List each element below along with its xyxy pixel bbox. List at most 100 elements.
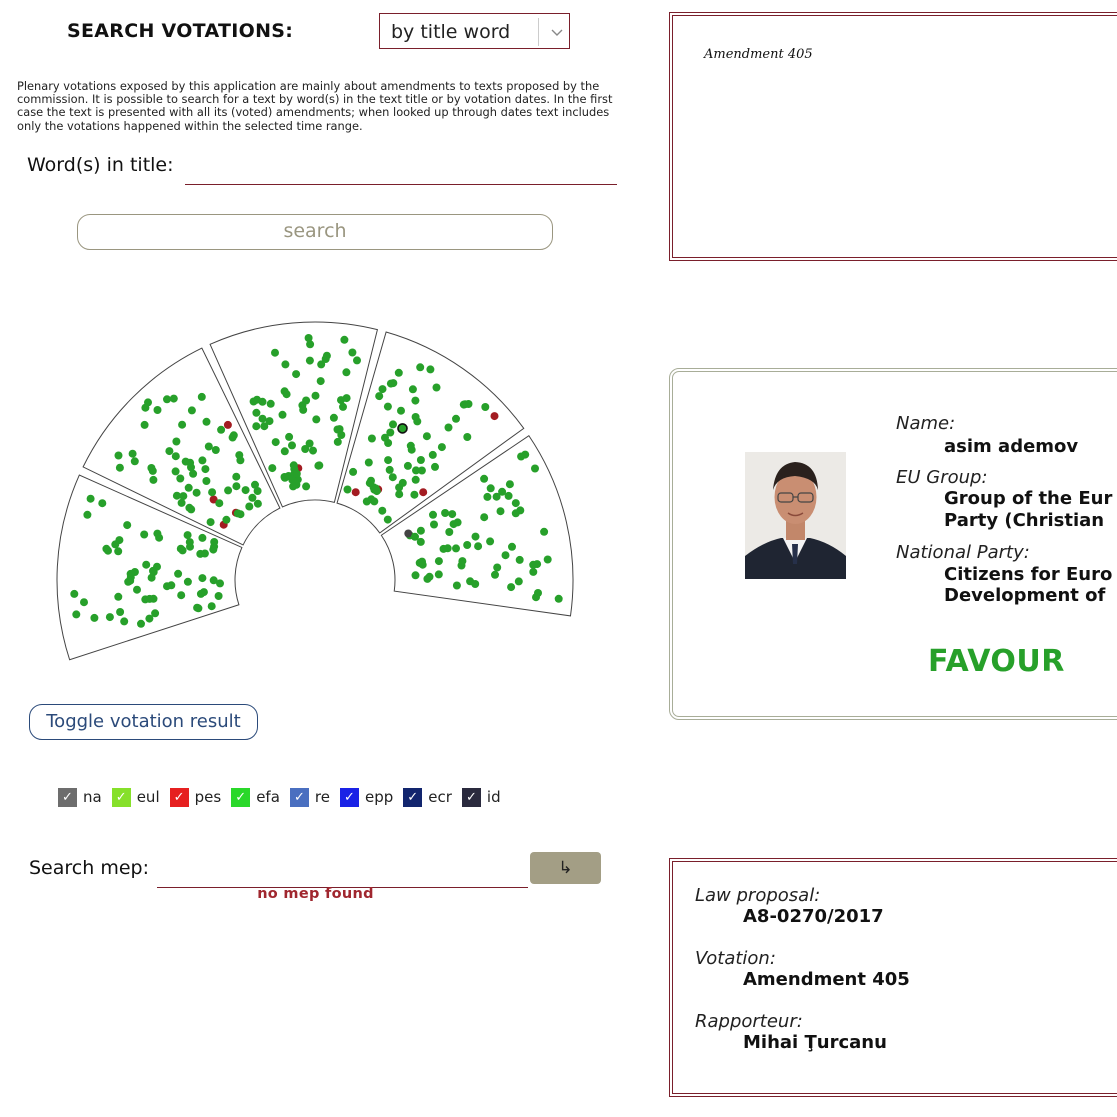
mep-seat[interactable] [333, 437, 342, 446]
mep-seat[interactable] [389, 420, 397, 429]
legend-item-eul[interactable]: ✓ eul [111, 787, 160, 807]
mep-seat[interactable] [104, 546, 112, 555]
mep-seat[interactable] [343, 485, 352, 494]
mep-seat[interactable] [463, 433, 472, 441]
search-button[interactable]: search [77, 214, 553, 250]
mep-seat[interactable] [217, 425, 226, 434]
mep-seat[interactable] [431, 462, 439, 471]
mep-seat[interactable] [178, 420, 187, 429]
mep-seat[interactable] [491, 570, 499, 579]
mep-seat[interactable] [493, 563, 502, 572]
mep-seat[interactable] [183, 531, 192, 540]
legend-item-epp[interactable]: ✓ epp [339, 787, 393, 807]
mep-seat[interactable] [115, 463, 124, 472]
mep-seat[interactable] [411, 475, 420, 484]
mep-seat[interactable] [458, 557, 467, 566]
mep-seat[interactable] [439, 544, 448, 553]
mep-seat[interactable] [280, 387, 289, 396]
legend-item-ecr[interactable]: ✓ ecr [403, 787, 452, 807]
mep-seat[interactable] [174, 569, 183, 578]
mep-seat[interactable] [348, 348, 357, 357]
mep-seat[interactable] [198, 456, 207, 465]
mep-seat[interactable] [480, 513, 489, 522]
mep-seat[interactable] [364, 458, 373, 467]
mep-seat[interactable] [441, 509, 450, 517]
mep-seat[interactable] [498, 487, 507, 496]
mep-seat[interactable] [208, 488, 217, 497]
legend-item-re[interactable]: ✓ re [289, 787, 330, 807]
mep-seat[interactable] [486, 537, 495, 546]
mep-seat[interactable] [411, 413, 420, 421]
mep-seat[interactable] [311, 391, 320, 400]
mep-seat[interactable] [521, 450, 530, 459]
mep-seat[interactable] [214, 592, 223, 600]
mep-seat[interactable] [463, 541, 472, 549]
mep-seat[interactable] [543, 555, 552, 564]
mep-seat[interactable] [163, 395, 171, 404]
mep-seat[interactable] [184, 483, 193, 492]
mep-seat[interactable] [145, 594, 154, 603]
legend-item-efa[interactable]: ✓ efa [231, 787, 280, 807]
mep-seat[interactable] [72, 610, 81, 619]
mep-seat[interactable] [176, 474, 185, 483]
checkbox-icon[interactable]: ✓ [289, 787, 309, 807]
mep-seat[interactable] [417, 466, 426, 475]
mep-seat[interactable] [192, 488, 201, 497]
mep-seat[interactable] [444, 423, 453, 432]
mep-seat[interactable] [83, 510, 92, 519]
mep-seat[interactable] [249, 397, 258, 406]
mep-seat[interactable] [114, 547, 123, 556]
mep-seat[interactable] [111, 540, 120, 549]
mep-seat[interactable] [434, 557, 443, 566]
mep-seat[interactable] [178, 546, 187, 555]
mep-seat[interactable] [142, 560, 151, 569]
mep-seat[interactable] [349, 467, 358, 476]
search-mode-select[interactable]: by title word [379, 13, 570, 49]
mep-seat[interactable] [383, 515, 392, 524]
mep-seat[interactable] [171, 467, 180, 476]
mep-seat[interactable] [145, 614, 154, 623]
mep-seat[interactable] [481, 403, 490, 411]
mep-seat[interactable] [197, 392, 206, 401]
mep-seat[interactable] [353, 356, 361, 365]
mep-seat[interactable] [309, 446, 317, 455]
mep-seat[interactable] [223, 420, 232, 429]
mep-seat[interactable] [288, 441, 296, 450]
mep-seat[interactable] [531, 464, 539, 473]
mep-seat[interactable] [416, 526, 425, 535]
mep-seat[interactable] [425, 572, 434, 581]
mep-seat[interactable] [204, 442, 213, 451]
legend-item-pes[interactable]: ✓ pes [169, 787, 221, 807]
mep-seat[interactable] [483, 492, 492, 501]
mep-seat[interactable] [471, 580, 480, 588]
mep-seat[interactable] [394, 368, 403, 377]
mep-seat[interactable] [130, 457, 139, 466]
checkbox-icon[interactable]: ✓ [169, 787, 189, 807]
mep-seat[interactable] [236, 510, 245, 519]
mep-seat[interactable] [426, 365, 435, 374]
legend-item-id[interactable]: ✓ id [461, 787, 501, 807]
mep-seat[interactable] [378, 385, 387, 394]
mep-seat[interactable] [384, 439, 393, 447]
mep-seat[interactable] [422, 432, 431, 441]
mep-seat[interactable] [416, 363, 425, 372]
mep-seat[interactable] [271, 438, 280, 447]
mep-seat[interactable] [90, 613, 99, 622]
mep-seat[interactable] [169, 394, 178, 403]
mep-seat[interactable] [534, 589, 542, 597]
mep-seat[interactable] [508, 542, 516, 551]
checkbox-icon[interactable]: ✓ [111, 787, 131, 807]
mep-seat[interactable] [434, 570, 443, 579]
mep-seat[interactable] [389, 379, 398, 388]
mep-seat[interactable] [258, 414, 267, 423]
mep-seat[interactable] [452, 581, 461, 590]
mep-seat[interactable] [312, 415, 321, 424]
mep-seat[interactable] [449, 520, 458, 529]
mep-seat[interactable] [186, 458, 195, 467]
mep-seat[interactable] [302, 482, 311, 491]
mep-seat[interactable] [471, 532, 480, 541]
mep-seat[interactable] [123, 521, 132, 530]
mep-seat[interactable] [305, 356, 314, 365]
mep-seat[interactable] [198, 533, 207, 542]
mep-seat[interactable] [187, 406, 196, 415]
